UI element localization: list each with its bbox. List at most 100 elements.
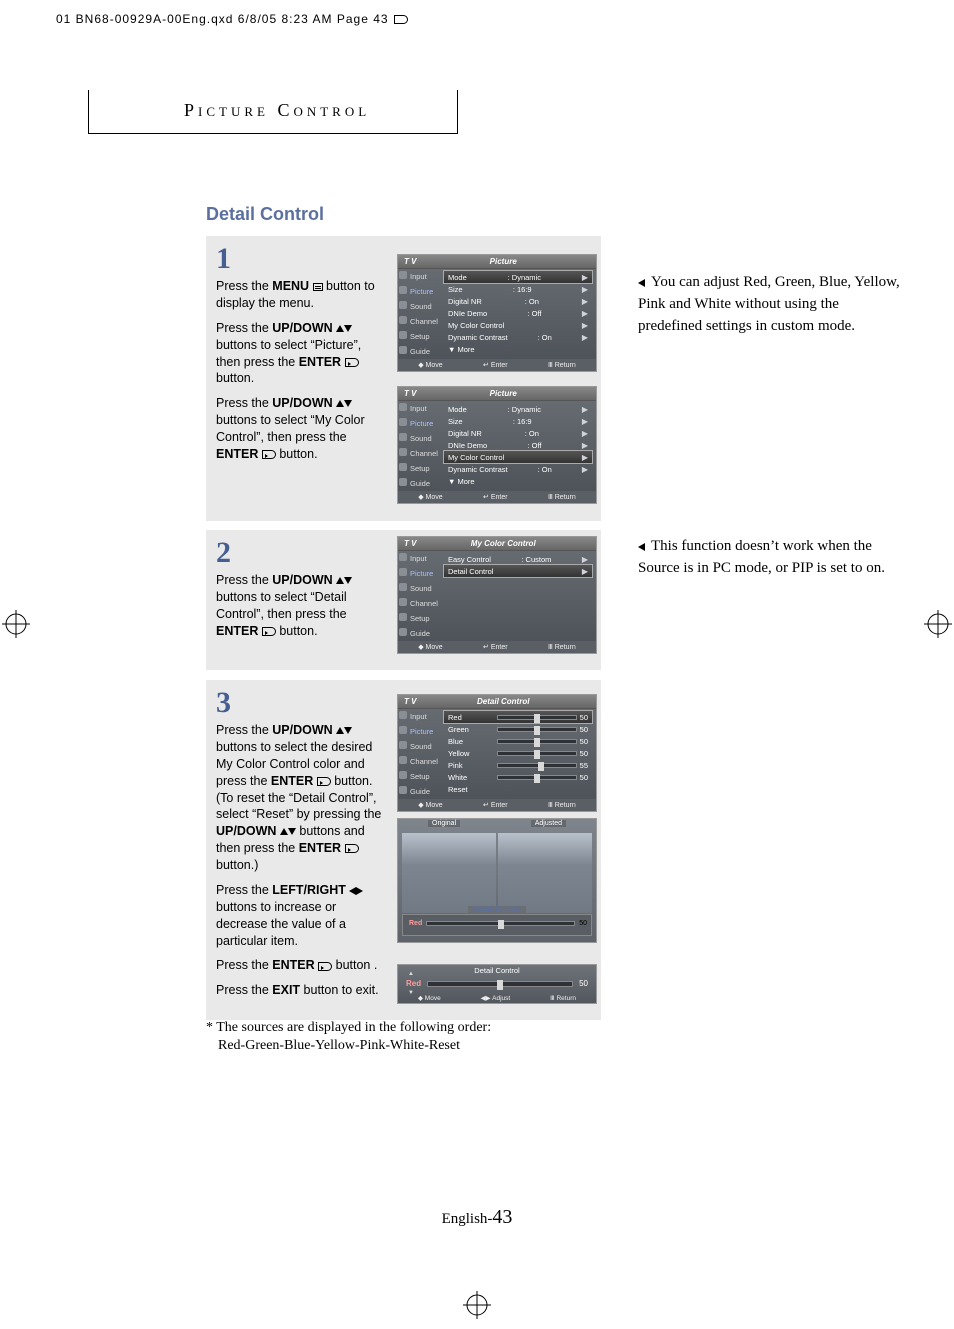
left-icon xyxy=(349,887,356,895)
osd-row: Detail Control▶ xyxy=(444,565,592,577)
menu-icon xyxy=(313,283,323,291)
order-list: Red-Green-Blue-Yellow-Pink-White-Reset xyxy=(218,1038,460,1054)
down-icon xyxy=(344,727,352,734)
osd-row: DNIe Demo: Off▶ xyxy=(444,307,592,319)
osd-sidebar-guide: Guide xyxy=(398,476,440,491)
crop-mark-bottom-icon xyxy=(463,1291,491,1319)
osd-row: Mode: Dynamic▶ xyxy=(444,271,592,283)
osd-slider-row: Blue50 xyxy=(444,735,592,747)
osd-slider-row: Pink55 xyxy=(444,759,592,771)
osd-picture-1: T VPicture InputPictureSoundChannelSetup… xyxy=(397,254,597,372)
osd-sidebar-channel: Channel xyxy=(398,596,440,611)
enter-icon xyxy=(262,450,276,459)
osd-sidebar-picture: Picture xyxy=(398,566,440,581)
footer-page-number: 43 xyxy=(492,1206,512,1228)
side-note-1-text: You can adjust Red, Green, Blue, Yellow,… xyxy=(638,274,900,334)
osd-sidebar-guide: Guide xyxy=(398,784,440,799)
osd-row: My Color Control▶ xyxy=(444,319,592,331)
down-icon xyxy=(344,325,352,332)
down-icon xyxy=(344,577,352,584)
osd-sidebar-input: Input xyxy=(398,551,440,566)
down-icon xyxy=(288,828,296,835)
osd-row: Digital NR: On▶ xyxy=(444,295,592,307)
enter-icon xyxy=(317,777,331,786)
up-icon xyxy=(336,727,344,734)
order-note: * The sources are displayed in the follo… xyxy=(206,1020,491,1036)
osd-my-color-control: T VMy Color Control InputPictureSoundCha… xyxy=(397,536,597,654)
side-note-1: You can adjust Red, Green, Blue, Yellow,… xyxy=(638,272,903,337)
enter-icon xyxy=(345,844,359,853)
osd-sidebar-input: Input xyxy=(398,269,440,284)
osd-row: DNIe Demo: Off▶ xyxy=(444,439,592,451)
photo-original xyxy=(402,833,496,913)
osd-sidebar-sound: Sound xyxy=(398,431,440,446)
step-3: 3 Press the UP/DOWN buttons to select th… xyxy=(206,680,601,1020)
osd-sidebar-sound: Sound xyxy=(398,739,440,754)
step-3-text: Press the UP/DOWN buttons to select the … xyxy=(216,722,386,999)
osd-sidebar-channel: Channel xyxy=(398,446,440,461)
osd-sidebar-sound: Sound xyxy=(398,299,440,314)
up-icon xyxy=(336,400,344,407)
enter-icon xyxy=(318,962,332,971)
side-note-2: This function doesn’t work when the Sour… xyxy=(638,536,903,580)
osd-row: Digital NR: On▶ xyxy=(444,427,592,439)
step-2-text: Press the UP/DOWN buttons to select “Det… xyxy=(216,572,386,640)
osd-row: ▼ More xyxy=(444,475,592,487)
osd-sidebar-channel: Channel xyxy=(398,754,440,769)
osd-sidebar-guide: Guide xyxy=(398,344,440,359)
page-footer: English-43 xyxy=(0,1206,954,1229)
osd-row: Dynamic Contrast: On▶ xyxy=(444,463,592,475)
osd-slider-row: White50 xyxy=(444,771,592,783)
osd-sidebar-picture: Picture xyxy=(398,724,440,739)
up-icon xyxy=(336,325,344,332)
osd-sidebar-setup: Setup xyxy=(398,461,440,476)
osd-sidebar-picture: Picture xyxy=(398,284,440,299)
osd-row: Easy Control: Custom▶ xyxy=(444,553,592,565)
footer-lang: English- xyxy=(442,1211,493,1227)
osd-sidebar-input: Input xyxy=(398,709,440,724)
osd-slider-row: Green50 xyxy=(444,723,592,735)
print-header-glyph-icon xyxy=(394,15,408,24)
step-1: 1 Press the MENU button to display the m… xyxy=(206,236,601,521)
osd-detail-control: T VDetail Control InputPictureSoundChann… xyxy=(397,694,597,812)
osd-row: My Color Control▶ xyxy=(444,451,592,463)
section-title: Detail Control xyxy=(206,204,324,225)
right-icon xyxy=(356,887,363,895)
caret-left-icon xyxy=(638,543,645,551)
osd-slider-row: Red50 xyxy=(444,711,592,723)
osd-sidebar-guide: Guide xyxy=(398,626,440,641)
osd-slider-row: Reset xyxy=(444,783,592,795)
up-icon xyxy=(280,828,288,835)
osd-picture-2: T VPicture InputPictureSoundChannelSetup… xyxy=(397,386,597,504)
osd-row: ▼ More xyxy=(444,343,592,355)
down-icon xyxy=(344,400,352,407)
osd-sidebar-input: Input xyxy=(398,401,440,416)
osd-adjust-strip: Detail Control Red50 ◆ Move◀▶ AdjustⅢ Re… xyxy=(397,964,597,1004)
label-adjusted: Adjusted xyxy=(531,820,566,827)
up-icon xyxy=(336,577,344,584)
step-2: 2 Press the UP/DOWN buttons to select “D… xyxy=(206,530,601,670)
osd-sidebar-setup: Setup xyxy=(398,611,440,626)
osd-row: Size: 16:9▶ xyxy=(444,415,592,427)
side-note-2-text: This function doesn’t work when the Sour… xyxy=(638,538,885,576)
osd-sidebar-channel: Channel xyxy=(398,314,440,329)
osd-row: Size: 16:9▶ xyxy=(444,283,592,295)
label-original: Original xyxy=(428,820,460,827)
osd-sidebar-picture: Picture xyxy=(398,416,440,431)
step-1-text: Press the MENU button to display the men… xyxy=(216,278,386,463)
osd-sidebar-sound: Sound xyxy=(398,581,440,596)
caret-left-icon xyxy=(638,279,645,287)
chapter-title: Picture Control xyxy=(184,100,370,121)
osd-sidebar-setup: Setup xyxy=(398,329,440,344)
osd-row: Dynamic Contrast: On▶ xyxy=(444,331,592,343)
osd-sidebar-setup: Setup xyxy=(398,769,440,784)
osd-row: Mode: Dynamic▶ xyxy=(444,403,592,415)
print-header: 01 BN68-00929A-00Eng.qxd 6/8/05 8:23 AM … xyxy=(56,12,409,26)
crop-mark-right-icon xyxy=(924,610,952,638)
osd-slider-row: Yellow50 xyxy=(444,747,592,759)
print-header-text: 01 BN68-00929A-00Eng.qxd 6/8/05 8:23 AM … xyxy=(56,12,389,26)
crop-mark-left-icon xyxy=(2,610,30,638)
enter-icon xyxy=(345,358,359,367)
photo-adjusted xyxy=(498,833,592,913)
photo-adjust-bar: Detail Control Red50 xyxy=(402,914,592,936)
